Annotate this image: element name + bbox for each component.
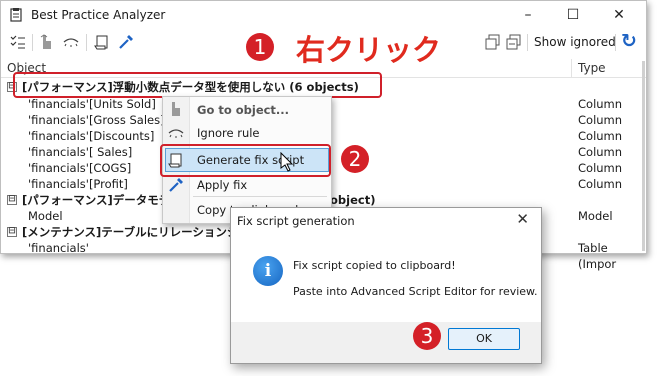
info-icon: i bbox=[253, 256, 283, 286]
go-to-object-icon[interactable] bbox=[39, 34, 55, 50]
collapse-toggle-icon[interactable]: ⊟ bbox=[7, 227, 17, 237]
collapse-toggle-icon[interactable]: ⊟ bbox=[7, 195, 17, 205]
menu-item-ignore-rule[interactable]: Ignore rule bbox=[197, 126, 260, 140]
toolbar-separator bbox=[32, 34, 33, 51]
ignore-icon bbox=[168, 129, 184, 138]
menu-item-go-to-object[interactable]: Go to object... bbox=[197, 103, 289, 117]
fix-script-dialog: Fix script generation ✕ i Fix script cop… bbox=[230, 207, 542, 364]
object-name: 'financials'[ Sales] bbox=[28, 145, 133, 159]
highlight-box-menu-item bbox=[160, 144, 331, 177]
object-type: Column bbox=[578, 97, 623, 111]
object-name: 'financials' bbox=[28, 241, 89, 255]
object-name: 'financials'[COGS] bbox=[28, 161, 132, 175]
menu-separator bbox=[193, 196, 327, 197]
right-click-callout: 右クリック bbox=[296, 33, 442, 67]
object-type: Table (Impor bbox=[578, 241, 617, 271]
ignore-icon[interactable] bbox=[63, 34, 79, 50]
menu-item-apply-fix[interactable]: Apply fix bbox=[197, 178, 247, 192]
object-type: Column bbox=[578, 145, 623, 159]
object-type: Column bbox=[578, 113, 623, 127]
title-bar: Best Practice Analyzer – ☐ ✕ bbox=[1, 1, 646, 29]
toolbar-separator bbox=[615, 34, 616, 51]
apply-fix-icon bbox=[169, 178, 183, 192]
object-name: Model bbox=[28, 209, 63, 223]
highlight-box-group bbox=[13, 72, 382, 98]
object-name: 'financials'[Gross Sales] bbox=[28, 113, 165, 127]
toolbar-separator bbox=[527, 34, 528, 51]
object-name: 'financials'[Units Sold] bbox=[28, 97, 156, 111]
column-divider bbox=[571, 59, 572, 77]
close-button[interactable]: ✕ bbox=[597, 1, 641, 29]
toolbar-separator bbox=[86, 34, 87, 51]
minimize-button[interactable]: – bbox=[506, 1, 550, 29]
vertical-scrollbar[interactable] bbox=[642, 61, 645, 251]
apply-fix-icon[interactable] bbox=[118, 34, 134, 50]
group-title: [パフォーマンス]データモデ bbox=[22, 193, 171, 207]
show-ignored-button[interactable]: Show ignored bbox=[534, 35, 616, 49]
group-title-tail: object) bbox=[330, 193, 376, 207]
step-3-badge: 3 bbox=[413, 322, 441, 350]
maximize-button[interactable]: ☐ bbox=[551, 1, 595, 29]
object-type: Column bbox=[578, 129, 623, 143]
object-name: 'financials'[Profit] bbox=[28, 177, 128, 191]
dialog-message-line2: Paste into Advanced Script Editor for re… bbox=[293, 285, 538, 298]
dialog-close-button[interactable]: ✕ bbox=[516, 210, 529, 228]
dialog-message-line1: Fix script copied to clipboard! bbox=[293, 259, 456, 272]
column-header-type[interactable]: Type bbox=[578, 59, 606, 77]
dialog-title: Fix script generation bbox=[237, 214, 355, 228]
script-icon[interactable] bbox=[94, 34, 110, 50]
object-name: 'financials'[Discounts] bbox=[28, 129, 155, 143]
group-title: [メンテナンス]テーブルにリレーションシッ bbox=[22, 225, 250, 239]
window-title: Best Practice Analyzer bbox=[31, 8, 166, 22]
object-type: Column bbox=[578, 177, 623, 191]
expand-all-icon[interactable] bbox=[485, 34, 501, 50]
app-icon bbox=[10, 8, 22, 22]
refresh-icon[interactable]: ↻ bbox=[621, 30, 637, 52]
step-1-badge: 1 bbox=[246, 33, 274, 61]
collapse-all-icon[interactable] bbox=[506, 34, 522, 50]
object-type: Column bbox=[578, 161, 623, 175]
step-2-badge: 2 bbox=[341, 145, 369, 173]
go-to-object-icon bbox=[172, 102, 180, 116]
checklist-icon[interactable] bbox=[10, 34, 26, 50]
ok-button[interactable]: OK bbox=[448, 328, 520, 350]
object-type: Model bbox=[578, 209, 613, 223]
